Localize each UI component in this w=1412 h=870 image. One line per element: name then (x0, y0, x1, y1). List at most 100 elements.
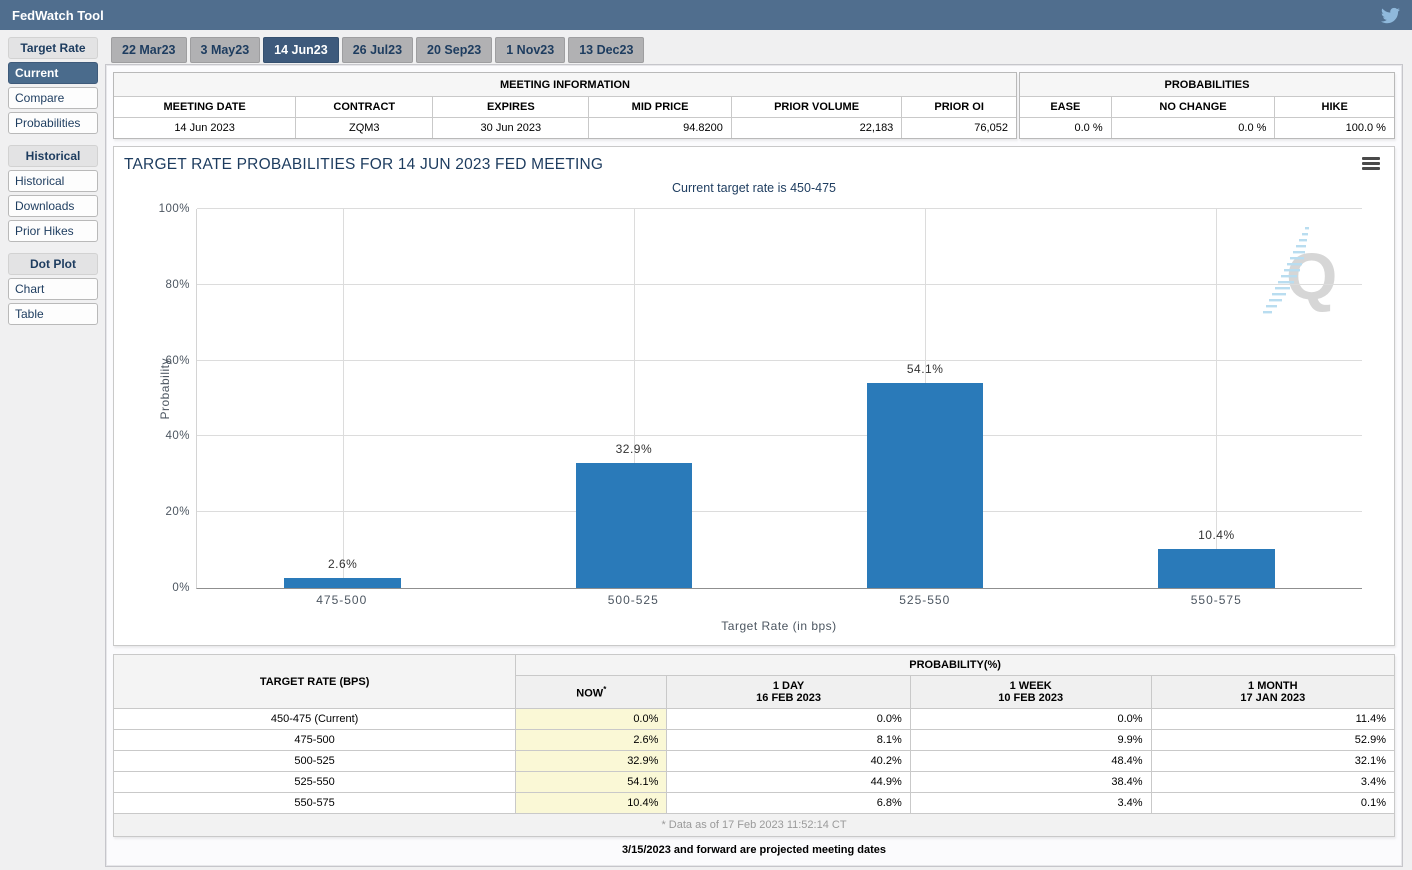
meeting-date-tabs: 22 Mar23 3 May23 14 Jun23 26 Jul23 20 Se… (105, 37, 1403, 63)
meeting-value-expires: 30 Jun 2023 (433, 118, 589, 138)
data-footnote: * Data as of 17 Feb 2023 11:52:14 CT (114, 814, 1395, 837)
cell-value: 38.4% (910, 772, 1151, 793)
x-category-label: 500-525 (608, 593, 659, 607)
history-table-body: 450-475 (Current)0.0%0.0%0.0%11.4%475-50… (114, 709, 1395, 814)
projected-meetings-note: 3/15/2023 and forward are projected meet… (113, 837, 1395, 859)
sidebar-item-historical[interactable]: Historical (8, 170, 98, 192)
one-month-label: 1 MONTH (1160, 680, 1386, 692)
target-rate-bps-header: TARGET RATE (BPS) (114, 655, 516, 709)
tab-20sep23[interactable]: 20 Sep23 (416, 37, 492, 63)
gridline (343, 209, 344, 588)
cell-target-rate: 525-550 (114, 772, 516, 793)
tab-1nov23[interactable]: 1 Nov23 (495, 37, 565, 63)
x-category-label: 475-500 (316, 593, 367, 607)
now-asterisk: * (603, 685, 606, 694)
gridline (197, 511, 1362, 512)
tab-3may23[interactable]: 3 May23 (190, 37, 261, 63)
meeting-info-values: 14 Jun 2023 ZQM3 30 Jun 2023 94.8200 22,… (114, 118, 1016, 138)
meeting-value-prior-oi: 76,052 (902, 118, 1016, 138)
prob-col-no-change: NO CHANGE (1112, 97, 1276, 118)
history-table: TARGET RATE (BPS) PROBABILITY(%) NOW* 1 … (113, 654, 1395, 837)
x-category-label: 525-550 (899, 593, 950, 607)
col-header-1-day: 1 DAY16 FEB 2023 (667, 676, 910, 709)
prob-value-ease: 0.0 % (1020, 118, 1112, 138)
bar-value-label: 32.9% (616, 442, 653, 456)
cell-value: 32.1% (1151, 751, 1394, 772)
chart-subtitle: Current target rate is 450-475 (124, 181, 1384, 195)
sidebar-item-current[interactable]: Current (8, 62, 98, 84)
tab-13dec23[interactable]: 13 Dec23 (568, 37, 644, 63)
meeting-info-title: MEETING INFORMATION (114, 73, 1016, 97)
meeting-col-mid-price: MID PRICE (589, 97, 732, 118)
cell-now: 10.4% (516, 793, 667, 814)
prob-value-no-change: 0.0 % (1112, 118, 1276, 138)
y-tick-label: 0% (172, 582, 190, 594)
chart-title: TARGET RATE PROBABILITIES FOR 14 JUN 202… (124, 156, 1384, 174)
cell-value: 6.8% (667, 793, 910, 814)
gridline (197, 360, 1362, 361)
sidebar-group-dot-plot: Dot Plot Chart Table (8, 253, 98, 325)
one-week-date: 10 FEB 2023 (919, 692, 1143, 704)
cell-value: 52.9% (1151, 730, 1394, 751)
chart-menu-icon[interactable] (1362, 157, 1380, 172)
meeting-value-mid-price: 94.8200 (589, 118, 732, 138)
meeting-value-date: 14 Jun 2023 (114, 118, 296, 138)
y-tick-label: 40% (165, 430, 190, 442)
sidebar-group-historical: Historical Historical Downloads Prior Hi… (8, 145, 98, 242)
col-header-1-week: 1 WEEK10 FEB 2023 (910, 676, 1151, 709)
sidebar-item-table[interactable]: Table (8, 303, 98, 325)
now-label: NOW (576, 687, 603, 699)
tab-22mar23[interactable]: 22 Mar23 (111, 37, 187, 63)
app-header: FedWatch Tool (0, 0, 1412, 30)
prob-col-hike: HIKE (1275, 97, 1394, 118)
info-row: MEETING INFORMATION MEETING DATE CONTRAC… (113, 72, 1395, 139)
cell-target-rate: 475-500 (114, 730, 516, 751)
prob-col-ease: EASE (1020, 97, 1112, 118)
sidebar-item-chart[interactable]: Chart (8, 278, 98, 300)
cell-target-rate: 450-475 (Current) (114, 709, 516, 730)
sidebar-header-target-rate: Target Rate (8, 37, 98, 59)
sidebar-item-probabilities[interactable]: Probabilities (8, 112, 98, 134)
prob-value-hike: 100.0 % (1275, 118, 1394, 138)
twitter-icon[interactable] (1381, 6, 1400, 25)
table-row: 550-57510.4%6.8%3.4%0.1% (114, 793, 1395, 814)
cell-now: 0.0% (516, 709, 667, 730)
cell-value: 0.0% (667, 709, 910, 730)
y-tick-label: 60% (165, 355, 190, 367)
meeting-col-expires: EXPIRES (433, 97, 589, 118)
gridline (197, 208, 1362, 209)
chart-plot: Q (196, 209, 1362, 589)
table-row: 500-52532.9%40.2%48.4%32.1% (114, 751, 1395, 772)
main: 22 Mar23 3 May23 14 Jun23 26 Jul23 20 Se… (105, 37, 1403, 867)
bar (284, 578, 401, 588)
x-category-label: 550-575 (1191, 593, 1242, 607)
meeting-info-headers: MEETING DATE CONTRACT EXPIRES MID PRICE … (114, 97, 1016, 118)
cell-value: 9.9% (910, 730, 1151, 751)
meeting-info-table: MEETING INFORMATION MEETING DATE CONTRAC… (113, 72, 1017, 139)
one-day-date: 16 FEB 2023 (675, 692, 901, 704)
one-month-date: 17 JAN 2023 (1160, 692, 1386, 704)
sidebar-item-downloads[interactable]: Downloads (8, 195, 98, 217)
tab-26jul23[interactable]: 26 Jul23 (342, 37, 413, 63)
meeting-col-prior-volume: PRIOR VOLUME (732, 97, 902, 118)
chart-panel: TARGET RATE PROBABILITIES FOR 14 JUN 202… (113, 146, 1395, 646)
watermark-q-logo: Q (1262, 223, 1336, 319)
sidebar-header-dot-plot: Dot Plot (8, 253, 98, 275)
probabilities-values: 0.0 % 0.0 % 100.0 % (1020, 118, 1394, 138)
bar-value-label: 10.4% (1198, 528, 1235, 542)
tab-14jun23[interactable]: 14 Jun23 (263, 37, 339, 63)
probabilities-table: PROBABILITIES EASE NO CHANGE HIKE 0.0 % … (1019, 72, 1395, 139)
cell-now: 32.9% (516, 751, 667, 772)
sidebar-item-compare[interactable]: Compare (8, 87, 98, 109)
table-row: 475-5002.6%8.1%9.9%52.9% (114, 730, 1395, 751)
bar (576, 463, 693, 588)
layout: Target Rate Current Compare Probabilitie… (0, 30, 1412, 867)
sidebar-group-target-rate: Target Rate Current Compare Probabilitie… (8, 37, 98, 134)
bar-value-label: 2.6% (328, 557, 357, 571)
cell-value: 11.4% (1151, 709, 1394, 730)
gridline (197, 284, 1362, 285)
meeting-col-contract: CONTRACT (296, 97, 433, 118)
cell-value: 0.1% (1151, 793, 1394, 814)
sidebar-item-prior-hikes[interactable]: Prior Hikes (8, 220, 98, 242)
cell-target-rate: 500-525 (114, 751, 516, 772)
